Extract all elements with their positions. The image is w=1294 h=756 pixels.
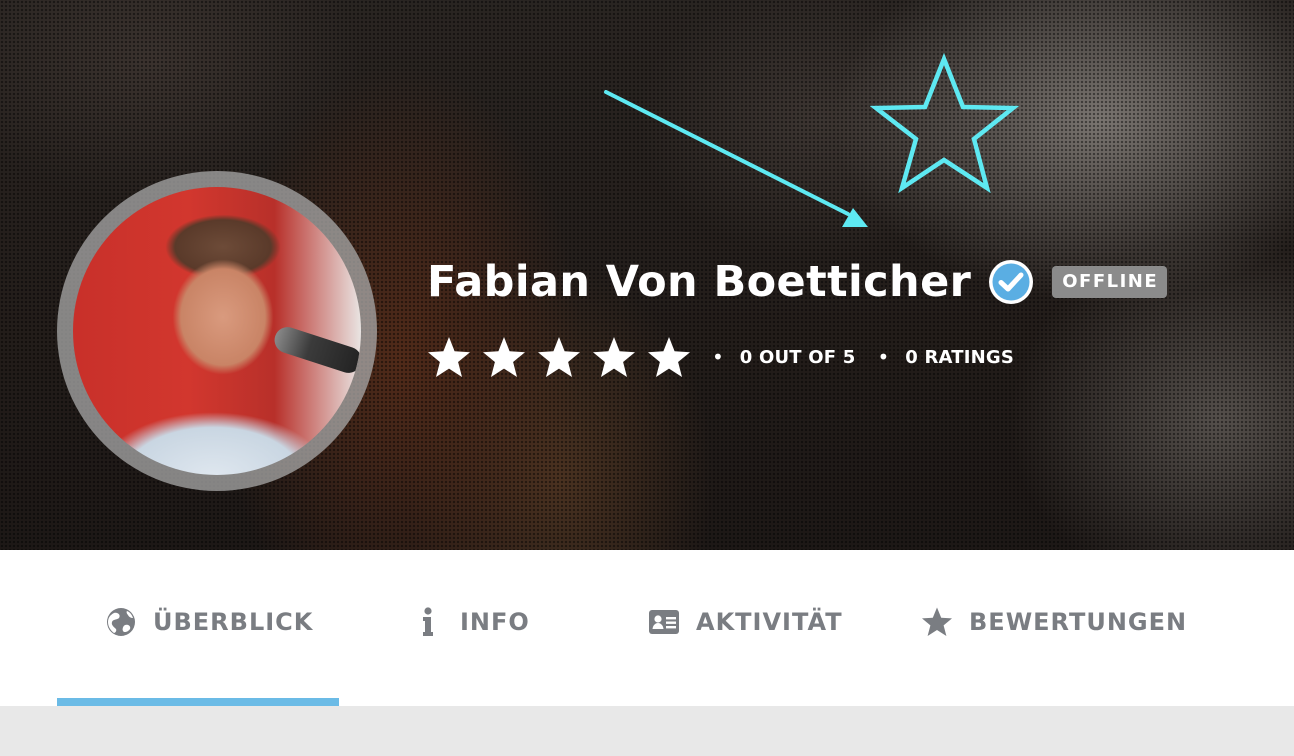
tab-info[interactable]: INFO (412, 602, 530, 642)
verified-check-icon (989, 260, 1034, 304)
tab-label: ÜBERBLICK (153, 608, 314, 636)
rating-star-icon[interactable] (592, 335, 636, 379)
tab-bewertungen[interactable]: BEWERTUNGEN (921, 602, 1187, 642)
active-tab-indicator (57, 698, 339, 706)
tab-ueberblick[interactable]: ÜBERBLICK (105, 602, 313, 642)
rating-score-text: 0 OUT OF 5 (739, 346, 856, 368)
tab-label: INFO (460, 608, 530, 636)
avatar[interactable] (57, 171, 377, 491)
avatar-photo (73, 187, 361, 475)
rating-star-icon[interactable] (427, 335, 471, 379)
rating-star-icon[interactable] (537, 335, 581, 379)
profile-tabs: ÜBERBLICK INFO AKTIVITÄT BEWERTUNGEN (0, 550, 1294, 706)
rating-star-icon[interactable] (482, 335, 526, 379)
separator-dot: • (712, 345, 724, 369)
info-icon (423, 607, 433, 636)
separator-dot: • (877, 345, 890, 369)
content-area (0, 706, 1294, 756)
tab-aktivitaet[interactable]: AKTIVITÄT (648, 602, 843, 642)
microphone-graphic (271, 323, 361, 377)
star-icon (922, 607, 952, 636)
rating-star-icon[interactable] (647, 335, 691, 379)
status-badge: OFFLINE (1052, 266, 1168, 298)
profile-name: Fabian Von Boetticher (427, 257, 972, 307)
tab-label: BEWERTUNGEN (969, 608, 1188, 636)
id-card-icon (649, 610, 679, 634)
rating-count-text: 0 RATINGS (905, 346, 1015, 368)
rating-row: • 0 OUT OF 5 • 0 RATINGS (427, 334, 1014, 380)
globe-icon (107, 608, 135, 636)
profile-name-row: Fabian Von Boetticher OFFLINE (427, 250, 1168, 314)
tab-label: AKTIVITÄT (696, 608, 843, 636)
